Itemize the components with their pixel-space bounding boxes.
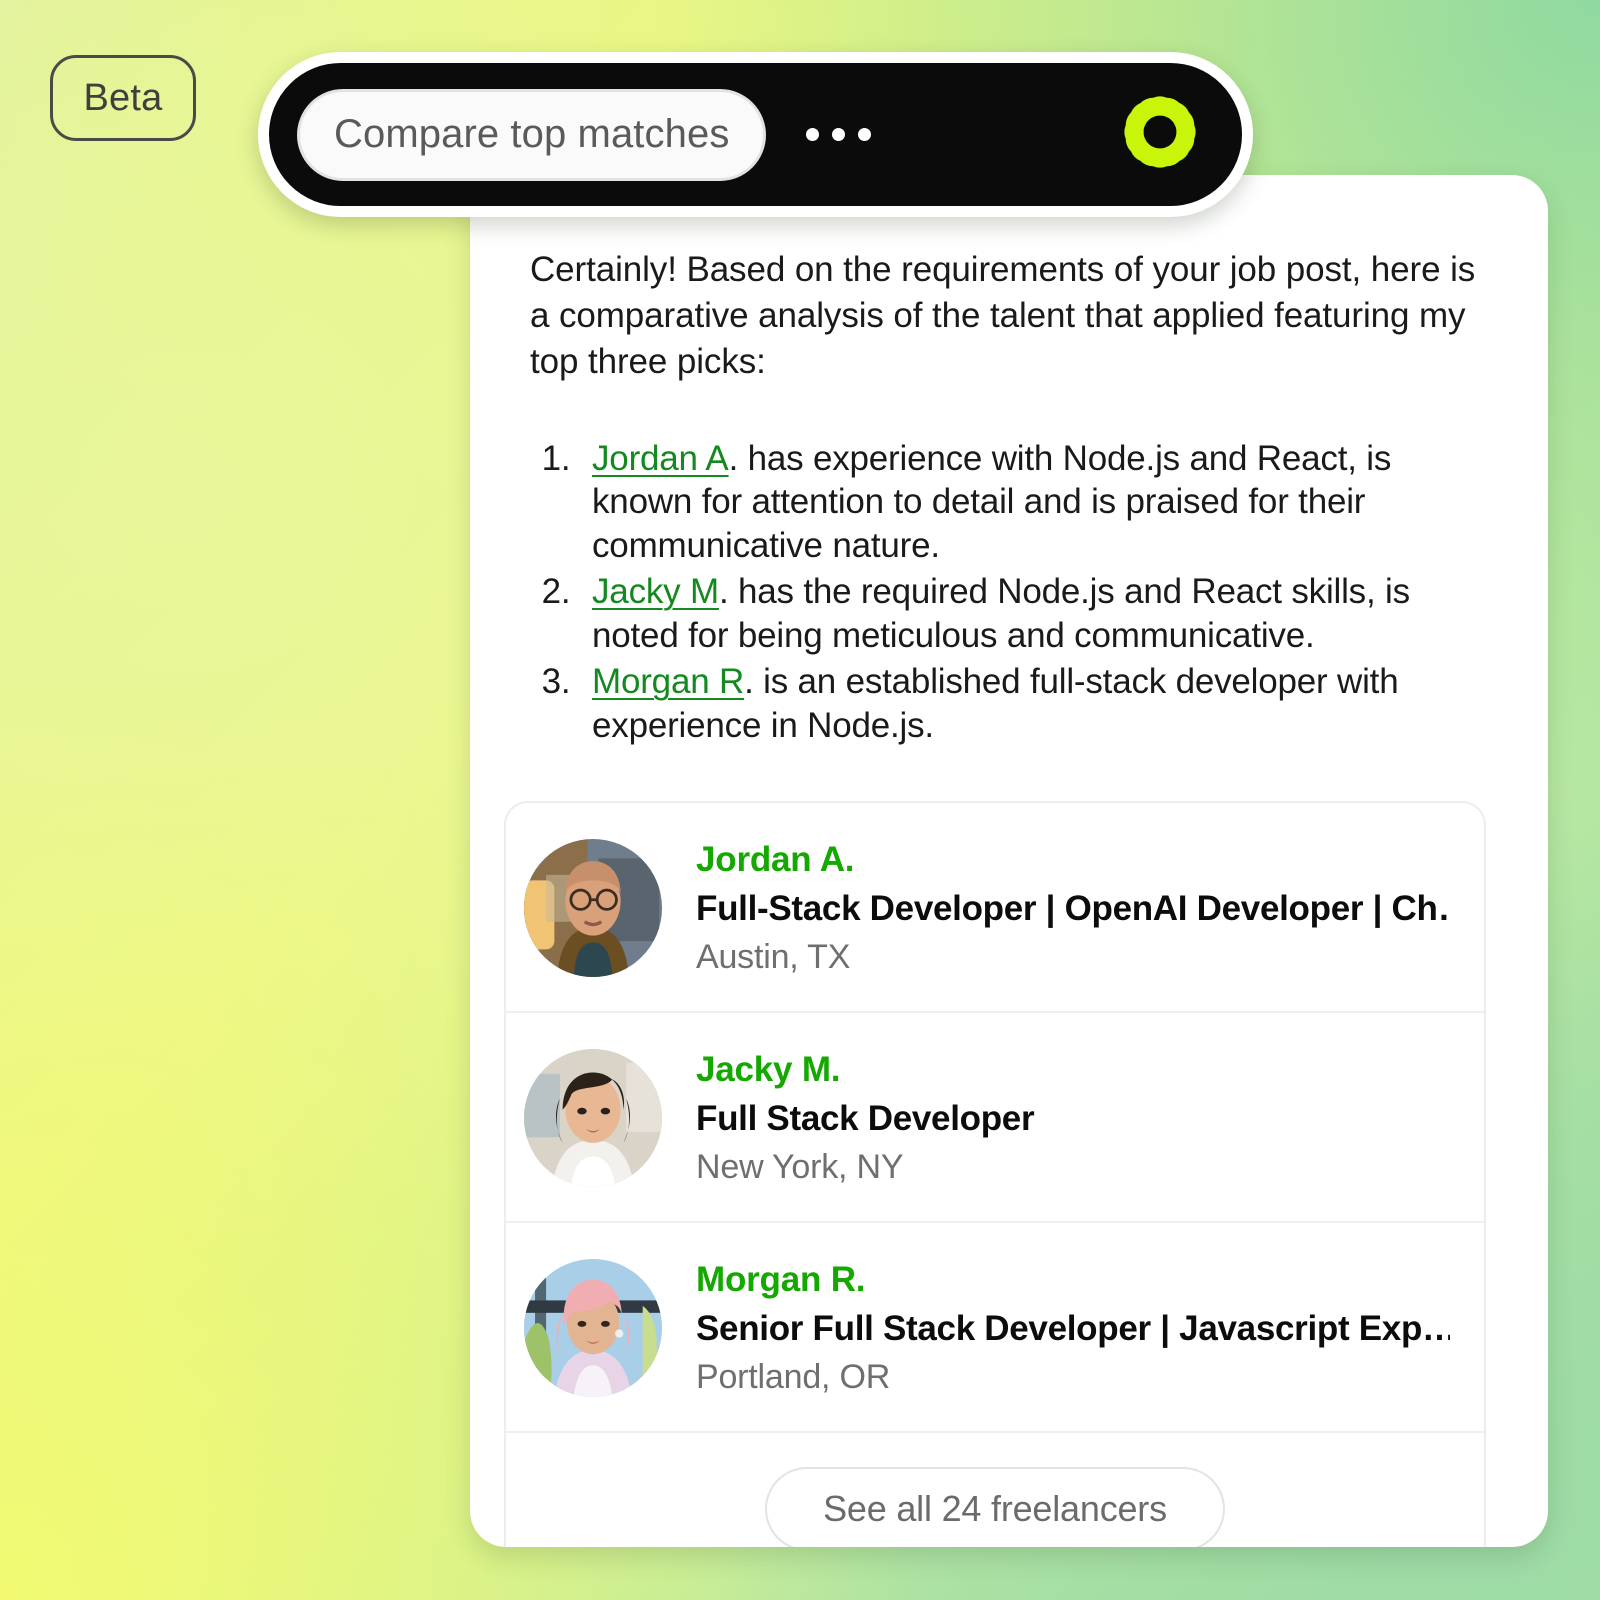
freelancer-location: Portland, OR (696, 1357, 891, 1396)
rosette-logo-icon[interactable] (1108, 80, 1212, 189)
table-row[interactable]: Jacky M. Full Stack Developer New York, … (506, 1013, 1484, 1224)
table-row[interactable]: Jordan A. Full-Stack Developer | OpenAI … (506, 803, 1484, 1014)
freelancer-name[interactable]: Jacky M. (696, 1050, 1450, 1090)
assistant-response-card: Certainly! Based on the requirements of … (470, 175, 1548, 1547)
top-picks-list: Jordan A. has experience with Node.js an… (500, 437, 1498, 748)
freelancer-title: Full Stack Developer (696, 1098, 1035, 1138)
more-options-icon[interactable] (806, 128, 872, 141)
avatar-jacky-m (524, 1049, 662, 1188)
freelancer-info: Morgan R. Senior Full Stack Developer | … (696, 1260, 1450, 1397)
avatar-jordan-a (524, 839, 662, 978)
freelancer-name[interactable]: Jordan A. (696, 840, 1450, 880)
freelancer-location: Austin, TX (696, 937, 851, 976)
command-chip-label: Compare top matches (334, 112, 730, 156)
see-all-freelancers-button[interactable]: See all 24 freelancers (765, 1467, 1225, 1547)
freelancer-list-card: Jordan A. Full-Stack Developer | OpenAI … (504, 801, 1486, 1547)
table-row[interactable]: Morgan R. Senior Full Stack Developer | … (506, 1223, 1484, 1434)
list-item: Jacky M. has the required Node.js and Re… (580, 570, 1498, 657)
beta-badge: Beta (50, 55, 196, 141)
see-all-footer: See all 24 freelancers (506, 1433, 1484, 1547)
freelancer-info: Jordan A. Full-Stack Developer | OpenAI … (696, 840, 1450, 977)
avatar-morgan-r (524, 1259, 662, 1398)
list-item: Morgan R. is an established full-stack d… (580, 660, 1498, 747)
freelancer-link-jacky[interactable]: Jacky M (592, 572, 719, 611)
list-item: Jordan A. has experience with Node.js an… (580, 437, 1498, 568)
freelancer-link-morgan[interactable]: Morgan R (592, 662, 744, 701)
command-bar[interactable]: Compare top matches (258, 52, 1253, 217)
command-chip[interactable]: Compare top matches (297, 88, 767, 181)
freelancer-location: New York, NY (696, 1147, 904, 1186)
dot-1 (806, 128, 820, 141)
freelancer-title: Senior Full Stack Developer | Javascript… (696, 1308, 1450, 1348)
response-intro-text: Certainly! Based on the requirements of … (530, 250, 1476, 381)
freelancer-info: Jacky M. Full Stack Developer New York, … (696, 1050, 1450, 1187)
freelancer-title: Full-Stack Developer | OpenAI Developer … (696, 888, 1450, 928)
dot-2 (832, 128, 846, 141)
freelancer-link-jordan[interactable]: Jordan A (592, 439, 729, 478)
dot-3 (858, 128, 872, 141)
freelancer-name[interactable]: Morgan R. (696, 1260, 1450, 1300)
beta-badge-label: Beta (83, 76, 163, 119)
